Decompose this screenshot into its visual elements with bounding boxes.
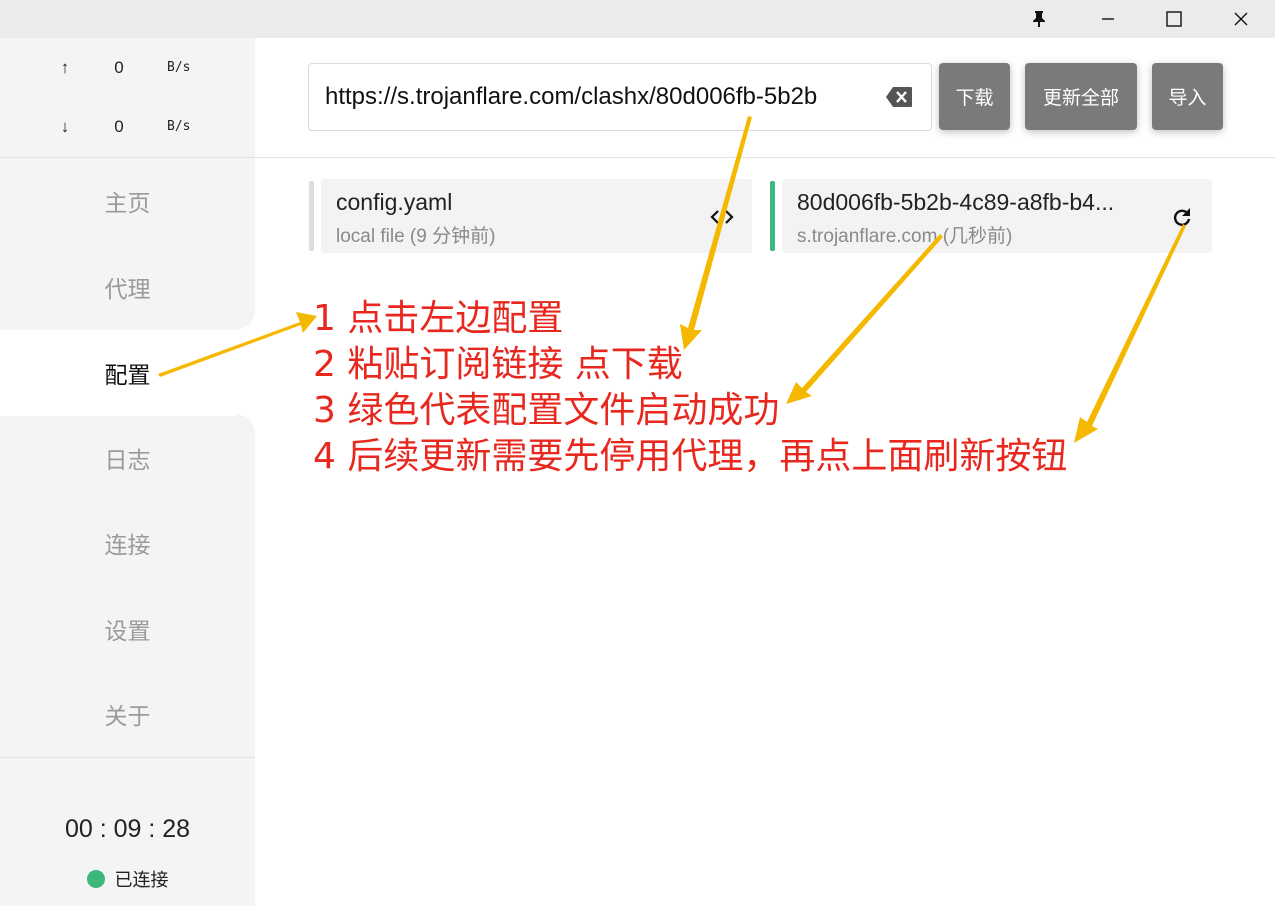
instruction-step-3: 3 绿色代表配置文件启动成功 bbox=[313, 390, 780, 431]
upload-value: 0 bbox=[114, 58, 124, 77]
download-button[interactable]: 下载 bbox=[939, 63, 1010, 130]
status-panel: 00 : 09 : 28 已连接 bbox=[0, 757, 255, 907]
update-all-button[interactable]: 更新全部 bbox=[1025, 63, 1137, 130]
profile-subtitle: s.trojanflare.com (几秒前) bbox=[797, 226, 1013, 247]
sidebar-item-home[interactable]: 主页 bbox=[0, 158, 255, 244]
clear-input-icon[interactable] bbox=[885, 86, 913, 108]
minimize-icon[interactable] bbox=[1078, 0, 1138, 38]
active-corner-top bbox=[235, 310, 255, 330]
pin-icon[interactable] bbox=[1009, 0, 1069, 38]
profile-title: config.yaml bbox=[336, 189, 453, 215]
maximize-icon[interactable] bbox=[1144, 0, 1204, 38]
sidebar-item-connections[interactable]: 连接 bbox=[0, 500, 255, 586]
upload-speed: ↑ 0 B/s bbox=[0, 58, 255, 78]
code-icon[interactable] bbox=[709, 205, 735, 229]
title-bar bbox=[0, 0, 1275, 38]
import-button[interactable]: 导入 bbox=[1152, 63, 1223, 130]
profile-toolbar: https://s.trojanflare.com/clashx/80d006f… bbox=[255, 38, 1275, 158]
download-arrow-icon: ↓ bbox=[60, 117, 70, 136]
connection-label: 已连接 bbox=[114, 870, 169, 891]
download-value: 0 bbox=[114, 117, 124, 136]
profile-indicator bbox=[309, 181, 314, 251]
sidebar-item-settings[interactable]: 设置 bbox=[0, 586, 255, 672]
sidebar-item-proxy[interactable]: 代理 bbox=[0, 244, 255, 330]
profile-card[interactable]: 80d006fb-5b2b-4c89-a8fb-b4... s.trojanfl… bbox=[770, 179, 1212, 253]
sidebar: ↑ 0 B/s ↓ 0 B/s 主页 代理 配置 日志 连接 设置 关于 00 … bbox=[0, 38, 255, 906]
profile-card[interactable]: config.yaml local file (9 分钟前) bbox=[309, 179, 752, 253]
uptime-timer: 00 : 09 : 28 bbox=[64, 815, 191, 843]
profile-subtitle: local file (9 分钟前) bbox=[336, 226, 496, 247]
instruction-annotations: 1 点击左边配置 2 粘贴订阅链接 点下载 3 绿色代表配置文件启动成功 4 后… bbox=[313, 296, 1067, 480]
connection-dot-icon bbox=[86, 870, 105, 888]
sidebar-item-logs[interactable]: 日志 bbox=[0, 415, 255, 501]
subscription-url-value[interactable]: https://s.trojanflare.com/clashx/80d006f… bbox=[325, 83, 870, 111]
profile-title: 80d006fb-5b2b-4c89-a8fb-b4... bbox=[797, 189, 1115, 215]
upload-arrow-icon: ↑ bbox=[60, 58, 70, 77]
arrow-to-refresh-button bbox=[1074, 224, 1186, 443]
refresh-icon[interactable] bbox=[1169, 205, 1195, 229]
connection-status: 已连接 bbox=[0, 866, 255, 892]
profile-indicator bbox=[770, 181, 775, 251]
upload-unit: B/s bbox=[167, 60, 191, 75]
download-speed: ↓ 0 B/s bbox=[0, 117, 255, 137]
instruction-step-4: 4 后续更新需要先停用代理，再点上面刷新按钮 bbox=[313, 436, 1068, 477]
instruction-step-2: 2 粘贴订阅链接 点下载 bbox=[313, 344, 683, 385]
subscription-url-input[interactable]: https://s.trojanflare.com/clashx/80d006f… bbox=[308, 63, 932, 131]
sidebar-item-profiles[interactable]: 配置 bbox=[0, 330, 255, 416]
close-icon[interactable] bbox=[1211, 0, 1271, 38]
download-unit: B/s bbox=[167, 119, 191, 134]
traffic-panel: ↑ 0 B/s ↓ 0 B/s bbox=[0, 38, 255, 158]
sidebar-item-about[interactable]: 关于 bbox=[0, 671, 255, 757]
instruction-step-1: 1 点击左边配置 bbox=[313, 298, 564, 339]
